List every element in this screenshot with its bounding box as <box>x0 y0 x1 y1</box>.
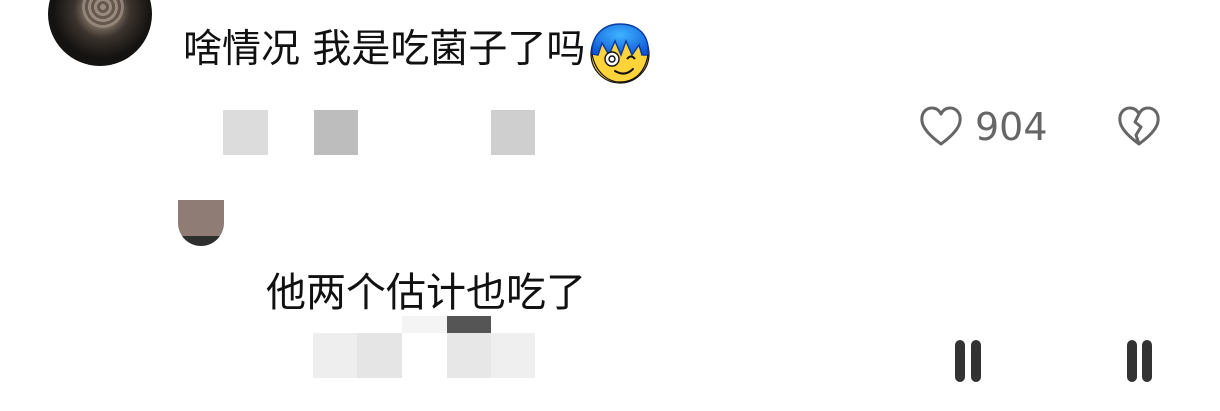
blurred-meta-block <box>314 110 358 155</box>
comment-text: 啥情况 我是吃菌子了吗 <box>183 27 586 72</box>
dizzy-face-icon <box>587 21 653 87</box>
reply-dislike-icon[interactable] <box>1124 340 1158 382</box>
blurred-meta-block <box>447 316 491 333</box>
blurred-meta-block <box>491 333 535 378</box>
broken-heart-outline-icon[interactable] <box>1116 104 1162 150</box>
blurred-meta-block <box>447 333 491 378</box>
reply-like-icon[interactable] <box>948 340 988 382</box>
comment-text-row: 啥情况 我是吃菌子了吗 <box>183 23 653 84</box>
blurred-meta-block <box>402 316 447 333</box>
blurred-meta-block <box>313 333 357 378</box>
comment-author-avatar[interactable] <box>48 0 152 66</box>
like-count: 904 <box>975 105 1048 149</box>
reply-author-avatar[interactable] <box>178 200 224 246</box>
blurred-meta-block <box>357 333 402 378</box>
reply-text: 他两个估计也吃了 <box>266 270 586 316</box>
heart-outline-icon[interactable] <box>918 104 964 150</box>
blurred-meta-block <box>223 110 268 155</box>
blurred-meta-block <box>491 110 535 155</box>
